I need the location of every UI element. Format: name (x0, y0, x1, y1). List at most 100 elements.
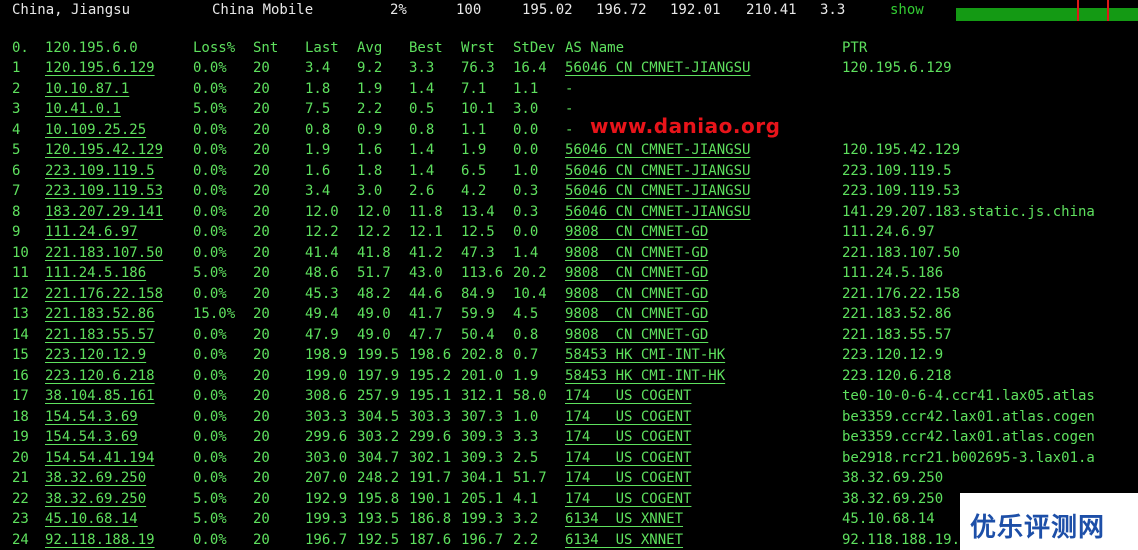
hop-last: 12.0 (305, 203, 339, 220)
hop-host-link[interactable]: 223.109.119.53 (45, 181, 163, 201)
hop-as-link[interactable]: 9808 CN CMNET-GD (565, 325, 708, 345)
hop-as-link[interactable]: 6134 US XNNET (565, 509, 683, 529)
hop-wrst: 7.1 (461, 80, 487, 97)
hop-loss: 5.0% (193, 101, 227, 117)
hop-as-link[interactable]: 174 US COGENT (565, 448, 691, 468)
hop-ptr: 221.183.55.57 (842, 326, 952, 343)
hop-host-link[interactable]: 120.195.6.129 (45, 58, 155, 78)
hop-host-link[interactable]: 221.176.22.158 (45, 284, 163, 304)
hop-as-link[interactable]: 174 US COGENT (565, 427, 691, 447)
hop-avg: 192.5 (357, 531, 400, 548)
hop-wrst: 6.5 (461, 162, 487, 179)
hop-last: 12.2 (305, 224, 339, 240)
col-loss: Loss% (193, 40, 236, 56)
hop-as-link[interactable]: 9808 CN CMNET-GD (565, 304, 708, 324)
hop-host-link[interactable]: 10.10.87.1 (45, 79, 129, 99)
hop-snt: 20 (253, 183, 270, 199)
hop-best: 195.1 (409, 388, 452, 404)
hop-host-link[interactable]: 221.183.52.86 (45, 304, 155, 324)
hop-as-link[interactable]: 56046 CN CMNET-JIANGSU (565, 140, 750, 160)
table-row: 16 223.120.6.218 0.0% 20 199.0 197.9 195.2 201.… (0, 366, 1138, 386)
hop-host-link[interactable]: 223.120.12.9 (45, 345, 146, 365)
hop-host-link[interactable]: 45.10.68.14 (45, 509, 138, 529)
hop-last: 308.6 (305, 388, 348, 404)
hop-as-link[interactable]: 56046 CN CMNET-JIANGSU (565, 181, 750, 201)
hop-host-link[interactable]: 154.54.3.69 (45, 407, 138, 427)
hop-stdev: 2.2 (513, 531, 539, 548)
hop-as-link[interactable]: 9808 CN CMNET-GD (565, 263, 708, 283)
hop-as-link[interactable]: 174 US COGENT (565, 386, 691, 406)
hop-host-link[interactable]: 38.32.69.250 (45, 468, 146, 488)
hop-best: 198.6 (409, 347, 452, 363)
hop-as-link[interactable]: 9808 CN CMNET-GD (565, 222, 708, 242)
hop-best: 302.1 (409, 449, 452, 466)
hop-avg: 1.8 (357, 162, 383, 179)
col-best: Best (409, 40, 443, 56)
col-last: Last (305, 40, 339, 56)
col-stdev: StDev (513, 40, 556, 56)
hop-wrst: 1.1 (461, 121, 487, 138)
hop-as-link[interactable]: 174 US COGENT (565, 407, 691, 427)
hop-ptr: be2918.rcr21.b002695-3.lax01.a (842, 449, 1095, 466)
hop-host-link[interactable]: 223.109.119.5 (45, 161, 155, 181)
hop-last: 198.9 (305, 347, 348, 363)
hop-best: 11.8 (409, 203, 443, 220)
hop-wrst: 4.2 (461, 183, 487, 199)
hop-host-link[interactable]: 221.183.107.50 (45, 243, 163, 263)
hop-index: 24 (12, 531, 29, 548)
hop-host-link[interactable]: 223.120.6.218 (45, 366, 155, 386)
table-row: 17 38.104.85.161 0.0% 20 308.6 257.9 195.1 312.… (0, 386, 1138, 406)
hop-loss: 0.0% (193, 203, 227, 220)
hop-stdev: 1.0 (513, 162, 539, 179)
hop-host-link[interactable]: 154.54.3.69 (45, 427, 138, 447)
hop-as-link[interactable]: 58453 HK CMI-INT-HK (565, 366, 725, 386)
hop-stdev: 1.4 (513, 244, 539, 261)
col-snt: Snt (253, 40, 279, 56)
hop-loss: 0.0% (193, 80, 227, 97)
hop-as-link: - (565, 101, 574, 117)
hop-index: 22 (12, 490, 29, 507)
hop-as-link[interactable]: 9808 CN CMNET-GD (565, 243, 708, 263)
hop-index: 16 (12, 367, 29, 384)
hop-as-link[interactable]: 174 US COGENT (565, 489, 691, 509)
hop-as-link[interactable]: 56046 CN CMNET-JIANGSU (565, 58, 750, 78)
hop-host-link[interactable]: 111.24.6.97 (45, 222, 138, 242)
hop-wrst: 113.6 (461, 265, 504, 281)
hop-index: 23 (12, 511, 29, 527)
hop-as-link[interactable]: 58453 HK CMI-INT-HK (565, 345, 725, 365)
hop-last: 199.0 (305, 367, 348, 384)
hop-avg: 303.2 (357, 429, 400, 445)
hop-host-link[interactable]: 183.207.29.141 (45, 202, 163, 222)
hop-as-link[interactable]: 56046 CN CMNET-JIANGSU (565, 202, 750, 222)
hop-host-link[interactable]: 154.54.41.194 (45, 448, 155, 468)
hop-snt: 20 (253, 142, 270, 158)
hop-host-link[interactable]: 92.118.188.19 (45, 530, 155, 550)
hop-as-link[interactable]: 56046 CN CMNET-JIANGSU (565, 161, 750, 181)
hop-as-link[interactable]: 6134 US XNNET (565, 530, 683, 550)
hop-host-link[interactable]: 38.32.69.250 (45, 489, 146, 509)
hop-host-link[interactable]: 111.24.5.186 (45, 263, 146, 283)
hop-stdev: 1.0 (513, 408, 539, 425)
hop-best: 43.0 (409, 265, 443, 281)
hop-host-link[interactable]: 221.183.55.57 (45, 325, 155, 345)
hop-last: 49.4 (305, 306, 339, 322)
summary-stdev: 3.3 (820, 2, 846, 18)
hop-last: 45.3 (305, 285, 339, 302)
hop-ptr: 223.109.119.5 (842, 162, 952, 179)
hop-best: 1.4 (409, 162, 435, 179)
hop-last: 199.3 (305, 511, 348, 527)
hop-avg: 41.8 (357, 244, 391, 261)
hop-as-link[interactable]: 174 US COGENT (565, 468, 691, 488)
hop-host-link[interactable]: 10.109.25.25 (45, 120, 146, 140)
hop-as-link[interactable]: 9808 CN CMNET-GD (565, 284, 708, 304)
hop-host-link[interactable]: 120.195.42.129 (45, 140, 163, 160)
table-row: 8 183.207.29.141 0.0% 20 12.0 12.0 11.8 13.4 0.3… (0, 202, 1138, 222)
hop-stdev: 0.0 (513, 121, 539, 138)
hop-host-link[interactable]: 10.41.0.1 (45, 99, 121, 119)
hop-last: 3.4 (305, 183, 331, 199)
hop-wrst: 202.8 (461, 347, 504, 363)
hop-loss: 15.0% (193, 306, 236, 322)
hop-best: 41.7 (409, 306, 443, 322)
hop-host-link[interactable]: 38.104.85.161 (45, 386, 155, 406)
show-link[interactable]: show (890, 1, 924, 19)
